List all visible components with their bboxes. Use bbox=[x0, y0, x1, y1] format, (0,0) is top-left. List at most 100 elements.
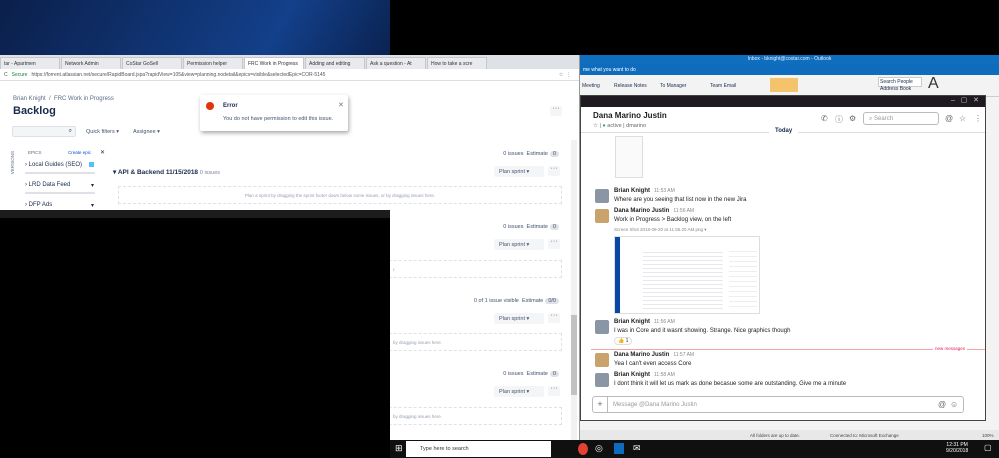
plan-sprint-button[interactable]: Plan sprint ▾ bbox=[494, 386, 544, 397]
plan-sprint-button[interactable]: Plan sprint ▾ bbox=[494, 313, 544, 324]
release-notes-button[interactable]: Release Notes bbox=[614, 83, 647, 89]
timestamp: 11:53 AM bbox=[654, 188, 675, 194]
more-icon[interactable]: ⋮ bbox=[974, 114, 982, 123]
screenshot-thumbnail[interactable] bbox=[614, 236, 760, 314]
emoji-icon[interactable]: ☺ bbox=[950, 400, 958, 409]
avatar bbox=[595, 209, 609, 223]
message-input[interactable]: + Message @Dana Marino Justin @ ☺ bbox=[592, 396, 964, 413]
mail-taskbar-icon[interactable]: ✉ bbox=[633, 443, 641, 454]
sprint-summary: 0 issues Estimate 0 bbox=[503, 224, 559, 230]
url-text[interactable]: https://forrent.atlassian.net/secure/Rap… bbox=[31, 72, 325, 78]
browser-tab[interactable]: FRC Work in Progress bbox=[244, 57, 304, 69]
to-manager-button[interactable]: To Manager bbox=[660, 83, 686, 89]
error-title: Error bbox=[223, 103, 238, 109]
browser-tab[interactable]: Adding and editing bbox=[305, 57, 365, 69]
app-taskbar-icon[interactable]: ◎ bbox=[595, 443, 603, 454]
handle-text: dmarino bbox=[626, 123, 647, 129]
thumbnail-sidebar bbox=[615, 237, 620, 313]
close-epics-icon[interactable]: ✕ bbox=[100, 149, 105, 156]
breadcrumb-user[interactable]: Brian Knight bbox=[13, 96, 46, 102]
scrollbar[interactable] bbox=[571, 140, 577, 440]
read-aloud-icon[interactable]: A bbox=[928, 75, 939, 93]
author[interactable]: Brian Knight bbox=[614, 319, 650, 325]
browser-tab[interactable]: tar - Apartmen bbox=[0, 57, 60, 69]
outlook-title: Inbox - bknight@costar.com - Outlook bbox=[580, 55, 999, 64]
epic-menu-icon[interactable]: ▾ bbox=[91, 202, 94, 209]
clock[interactable]: 12:31 PM 9/20/2018 bbox=[946, 442, 968, 454]
message-text: I was in Core and it wasnt showing. Stra… bbox=[614, 328, 791, 334]
info-icon[interactable]: ⓘ bbox=[835, 114, 843, 125]
page-title: Backlog bbox=[13, 105, 56, 117]
windows-start-icon[interactable]: ⊞ bbox=[395, 443, 403, 454]
epic-menu-icon[interactable] bbox=[89, 162, 94, 167]
sprint-more-button[interactable]: ··· bbox=[548, 238, 560, 249]
bookmark-star-icon[interactable]: ☆ ⋮ bbox=[559, 72, 571, 78]
plan-sprint-button[interactable]: Plan sprint ▾ bbox=[494, 239, 544, 250]
browser-tab[interactable]: Network Admin bbox=[61, 57, 121, 69]
previous-image-preview[interactable] bbox=[615, 136, 643, 178]
author[interactable]: Brian Knight bbox=[614, 188, 650, 194]
mention-icon[interactable]: @ bbox=[938, 400, 946, 409]
gear-icon[interactable]: ⚙ bbox=[849, 114, 856, 123]
sprint-drop-zone[interactable]: Plan a sprint by dragging the sprint foo… bbox=[118, 186, 562, 204]
plus-icon[interactable]: + bbox=[593, 397, 608, 412]
outlook-taskbar-icon[interactable] bbox=[614, 443, 624, 454]
avatar bbox=[595, 320, 609, 334]
taskbar-search[interactable]: Type here to search bbox=[406, 441, 551, 457]
team-email-button[interactable]: Team Email bbox=[710, 83, 736, 89]
browser-tab[interactable]: Permission helper bbox=[183, 57, 243, 69]
sprint-summary: 0 issues Estimate 0 bbox=[503, 371, 559, 377]
backlog-search-input[interactable]: ⌕ bbox=[12, 126, 76, 137]
epic-item[interactable]: › DFP Ads ▾ bbox=[25, 202, 95, 209]
breadcrumb: Brian Knight / FRC Work in Progress bbox=[13, 96, 114, 102]
epic-menu-icon[interactable]: ▾ bbox=[91, 182, 94, 189]
close-icon[interactable]: ✕ bbox=[338, 101, 344, 109]
sprint-more-button[interactable]: ··· bbox=[548, 312, 560, 323]
address-book-button[interactable]: Address Book bbox=[880, 86, 911, 92]
scrollbar-thumb[interactable] bbox=[571, 315, 577, 395]
timestamp: 11:58 AM bbox=[654, 372, 675, 378]
author[interactable]: Brian Knight bbox=[614, 372, 650, 378]
sprint-header[interactable]: ▾ API & Backend 11/15/2018 0 issues bbox=[113, 168, 220, 176]
phone-icon[interactable]: ✆ bbox=[821, 114, 828, 123]
reload-icon[interactable]: C bbox=[4, 72, 8, 78]
folder-icon[interactable] bbox=[770, 78, 798, 92]
estimate-badge: 0 bbox=[549, 151, 559, 157]
attachment-name[interactable]: Screen Shot 2018-09-20 at 11.55.20 AM.pn… bbox=[614, 227, 707, 233]
search-input[interactable]: ⌕ Search bbox=[863, 112, 939, 125]
day-divider: Today bbox=[769, 128, 799, 134]
browser-tab[interactable]: CoStar GoSell bbox=[122, 57, 182, 69]
thumbnail-detail bbox=[729, 247, 757, 307]
epic-item[interactable]: › Local Guides (SEO) bbox=[25, 162, 95, 174]
assignee-dropdown[interactable]: Assignee ▾ bbox=[133, 129, 160, 135]
browser-tab[interactable]: Ask a question - At bbox=[366, 57, 426, 69]
error-icon bbox=[206, 102, 214, 110]
chrome-taskbar-icon[interactable] bbox=[578, 443, 588, 455]
window-controls[interactable]: – ▢ ✕ bbox=[581, 96, 985, 107]
author[interactable]: Dana Marino Justin bbox=[614, 208, 669, 214]
create-epic-link[interactable]: Create epic bbox=[68, 150, 91, 155]
tell-me-input[interactable]: me what you want to do bbox=[580, 64, 999, 75]
author[interactable]: Dana Marino Justin bbox=[614, 352, 669, 358]
breadcrumb-board[interactable]: FRC Work in Progress bbox=[54, 96, 114, 102]
sprint-summary: 0 of 1 issue visible Estimate 0/0 bbox=[474, 298, 559, 304]
plan-sprint-button[interactable]: Plan sprint ▾ bbox=[494, 166, 544, 177]
browser-tab[interactable]: How to take a scre bbox=[427, 57, 487, 69]
quick-filters-dropdown[interactable]: Quick filters ▾ bbox=[86, 129, 119, 135]
board-more-button[interactable]: ··· bbox=[550, 105, 562, 116]
mentions-icon[interactable]: @ bbox=[945, 114, 953, 123]
star-icon[interactable]: ☆ bbox=[959, 114, 966, 123]
sprint-more-button[interactable]: ··· bbox=[548, 165, 560, 176]
reaction-thumbs-up[interactable]: 👍 1 bbox=[614, 337, 633, 345]
epic-item[interactable]: › LRD Data Feed ▾ bbox=[25, 182, 95, 194]
sprint-more-button[interactable]: ··· bbox=[548, 385, 560, 396]
outlook-ribbon: Meeting Release Notes To Manager Team Em… bbox=[580, 75, 999, 97]
channel-title: Dana Marino Justin bbox=[593, 111, 667, 120]
meeting-button[interactable]: Meeting bbox=[582, 83, 600, 89]
address-bar[interactable]: C Secure https://forrent.atlassian.net/s… bbox=[0, 69, 579, 81]
search-icon: ⌕ bbox=[68, 128, 72, 134]
versions-tab[interactable]: VERSIONS bbox=[10, 151, 15, 174]
secondary-screen-black bbox=[0, 210, 390, 458]
error-flag: Error You do not have permission to edit… bbox=[200, 95, 348, 131]
notifications-icon[interactable]: ▢ bbox=[984, 443, 992, 452]
